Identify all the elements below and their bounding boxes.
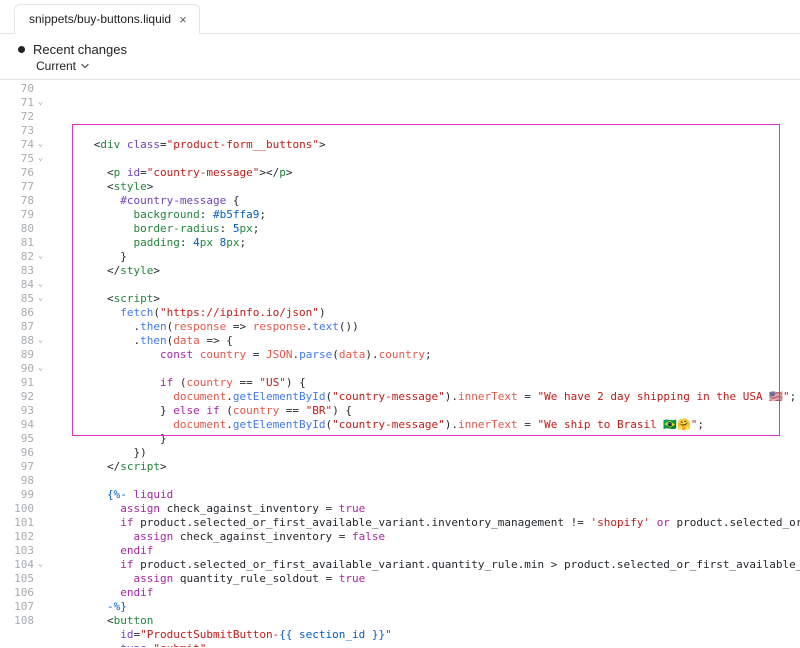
line-number: 92 (0, 390, 34, 404)
chevron-down-icon (80, 61, 90, 71)
line-number: 95 (0, 432, 34, 446)
line-number-gutter: 7071⌄727374⌄75⌄76777879808182⌄8384⌄85⌄86… (0, 80, 40, 647)
line-number: 76 (0, 166, 34, 180)
unsaved-indicator-icon (18, 46, 25, 53)
code-line[interactable]: border-radius: 5px; (54, 222, 800, 236)
line-number: 102 (0, 530, 34, 544)
code-line[interactable]: assign check_against_inventory = true (54, 502, 800, 516)
line-number: 94 (0, 418, 34, 432)
code-line[interactable]: document.getElementById("country-message… (54, 390, 800, 404)
code-line[interactable]: if product.selected_or_first_available_v… (54, 558, 800, 572)
code-line[interactable] (54, 278, 800, 292)
version-label: Current (36, 59, 76, 73)
line-number: 85⌄ (0, 292, 34, 306)
code-line[interactable]: if product.selected_or_first_available_v… (54, 516, 800, 530)
line-number: 79 (0, 208, 34, 222)
code-line[interactable] (54, 362, 800, 376)
code-line[interactable]: type="submit" (54, 642, 800, 647)
code-line[interactable]: endif (54, 586, 800, 600)
code-line[interactable]: .then(response => response.text()) (54, 320, 800, 334)
code-line[interactable]: fetch("https://ipinfo.io/json") (54, 306, 800, 320)
line-number: 97 (0, 460, 34, 474)
line-number: 80 (0, 222, 34, 236)
code-line[interactable]: -%} (54, 600, 800, 614)
line-number: 100 (0, 502, 34, 516)
recent-changes-label: Recent changes (33, 42, 127, 57)
code-area[interactable]: <div class="product-form__buttons"> <p i… (40, 80, 800, 647)
line-number: 72 (0, 110, 34, 124)
line-number: 77 (0, 180, 34, 194)
line-number: 86 (0, 306, 34, 320)
code-line[interactable]: const country = JSON.parse(data).country… (54, 348, 800, 362)
line-number: 98 (0, 474, 34, 488)
line-number: 75⌄ (0, 152, 34, 166)
code-line[interactable]: endif (54, 544, 800, 558)
line-number: 70 (0, 82, 34, 96)
line-number: 74⌄ (0, 138, 34, 152)
tab-bar: snippets/buy-buttons.liquid × (0, 0, 800, 34)
code-line[interactable]: padding: 4px 8px; (54, 236, 800, 250)
line-number: 83 (0, 264, 34, 278)
code-line[interactable]: }) (54, 446, 800, 460)
code-line[interactable]: assign check_against_inventory = false (54, 530, 800, 544)
code-line[interactable]: <button (54, 614, 800, 628)
code-line[interactable]: </script> (54, 460, 800, 474)
code-line[interactable]: <div class="product-form__buttons"> (54, 138, 800, 152)
line-number: 104⌄ (0, 558, 34, 572)
code-line[interactable] (54, 124, 800, 138)
recent-changes-row[interactable]: Recent changes (18, 42, 786, 57)
line-number: 99 (0, 488, 34, 502)
code-editor[interactable]: 7071⌄727374⌄75⌄76777879808182⌄8384⌄85⌄86… (0, 79, 800, 647)
code-line[interactable]: } (54, 250, 800, 264)
code-line[interactable]: .then(data => { (54, 334, 800, 348)
line-number: 81 (0, 236, 34, 250)
line-number: 103 (0, 544, 34, 558)
tab-filename: snippets/buy-buttons.liquid (29, 12, 171, 26)
line-number: 82⌄ (0, 250, 34, 264)
line-number: 88⌄ (0, 334, 34, 348)
line-number: 91 (0, 376, 34, 390)
line-number: 90⌄ (0, 362, 34, 376)
code-line[interactable]: </style> (54, 264, 800, 278)
code-line[interactable]: #country-message { (54, 194, 800, 208)
code-line[interactable]: background: #b5ffa9; (54, 208, 800, 222)
line-number: 93 (0, 404, 34, 418)
code-line[interactable]: <p id="country-message"></p> (54, 166, 800, 180)
code-line[interactable] (54, 474, 800, 488)
line-number: 89 (0, 348, 34, 362)
code-line[interactable]: } (54, 432, 800, 446)
line-number: 87 (0, 320, 34, 334)
line-number: 108 (0, 614, 34, 628)
line-number: 84⌄ (0, 278, 34, 292)
version-dropdown[interactable]: Current (18, 59, 786, 73)
code-line[interactable]: document.getElementById("country-message… (54, 418, 800, 432)
code-line[interactable] (54, 152, 800, 166)
version-bar: Recent changes Current (0, 34, 800, 79)
code-line[interactable]: assign quantity_rule_soldout = true (54, 572, 800, 586)
code-line[interactable]: if (country == "US") { (54, 376, 800, 390)
line-number: 106 (0, 586, 34, 600)
line-number: 78 (0, 194, 34, 208)
line-number: 107 (0, 600, 34, 614)
code-line[interactable]: } else if (country == "BR") { (54, 404, 800, 418)
close-icon[interactable]: × (179, 13, 187, 26)
line-number: 96 (0, 446, 34, 460)
line-number: 73 (0, 124, 34, 138)
line-number: 71⌄ (0, 96, 34, 110)
code-line[interactable]: <script> (54, 292, 800, 306)
code-line[interactable]: id="ProductSubmitButton-{{ section_id }}… (54, 628, 800, 642)
line-number: 101 (0, 516, 34, 530)
code-line[interactable]: {%- liquid (54, 488, 800, 502)
file-tab[interactable]: snippets/buy-buttons.liquid × (14, 4, 200, 34)
line-number: 105 (0, 572, 34, 586)
code-line[interactable]: <style> (54, 180, 800, 194)
